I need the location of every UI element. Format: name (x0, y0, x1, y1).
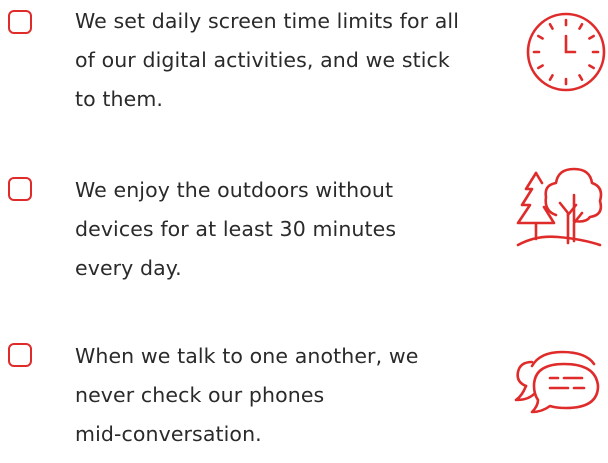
checklist-item-text: We enjoy the outdoors without devices fo… (75, 171, 396, 288)
checkbox[interactable] (8, 10, 32, 34)
checklist-item-text: We set daily screen time limits for all … (75, 2, 459, 119)
text-line: We enjoy the outdoors without (75, 178, 394, 202)
trees-icon (512, 165, 604, 251)
checklist-page: { "accent_color": "#e02b2b", "text_color… (0, 0, 608, 463)
text-line: every day. (75, 256, 182, 280)
checkbox[interactable] (8, 343, 32, 367)
text-line: mid-conversation. (75, 422, 262, 446)
text-line: to them. (75, 87, 164, 111)
chat-bubbles-icon (512, 348, 606, 420)
clock-icon (525, 11, 607, 93)
text-line: devices for at least 30 minutes (75, 217, 397, 241)
text-line: We set daily screen time limits for all (75, 9, 460, 33)
text-line: When we talk to one another, we (75, 344, 419, 368)
checkbox[interactable] (8, 177, 32, 201)
text-line: never check our phones (75, 383, 325, 407)
text-line: of our digital activities, and we stick (75, 48, 450, 72)
checklist-item-text: When we talk to one another, we never ch… (75, 337, 418, 454)
